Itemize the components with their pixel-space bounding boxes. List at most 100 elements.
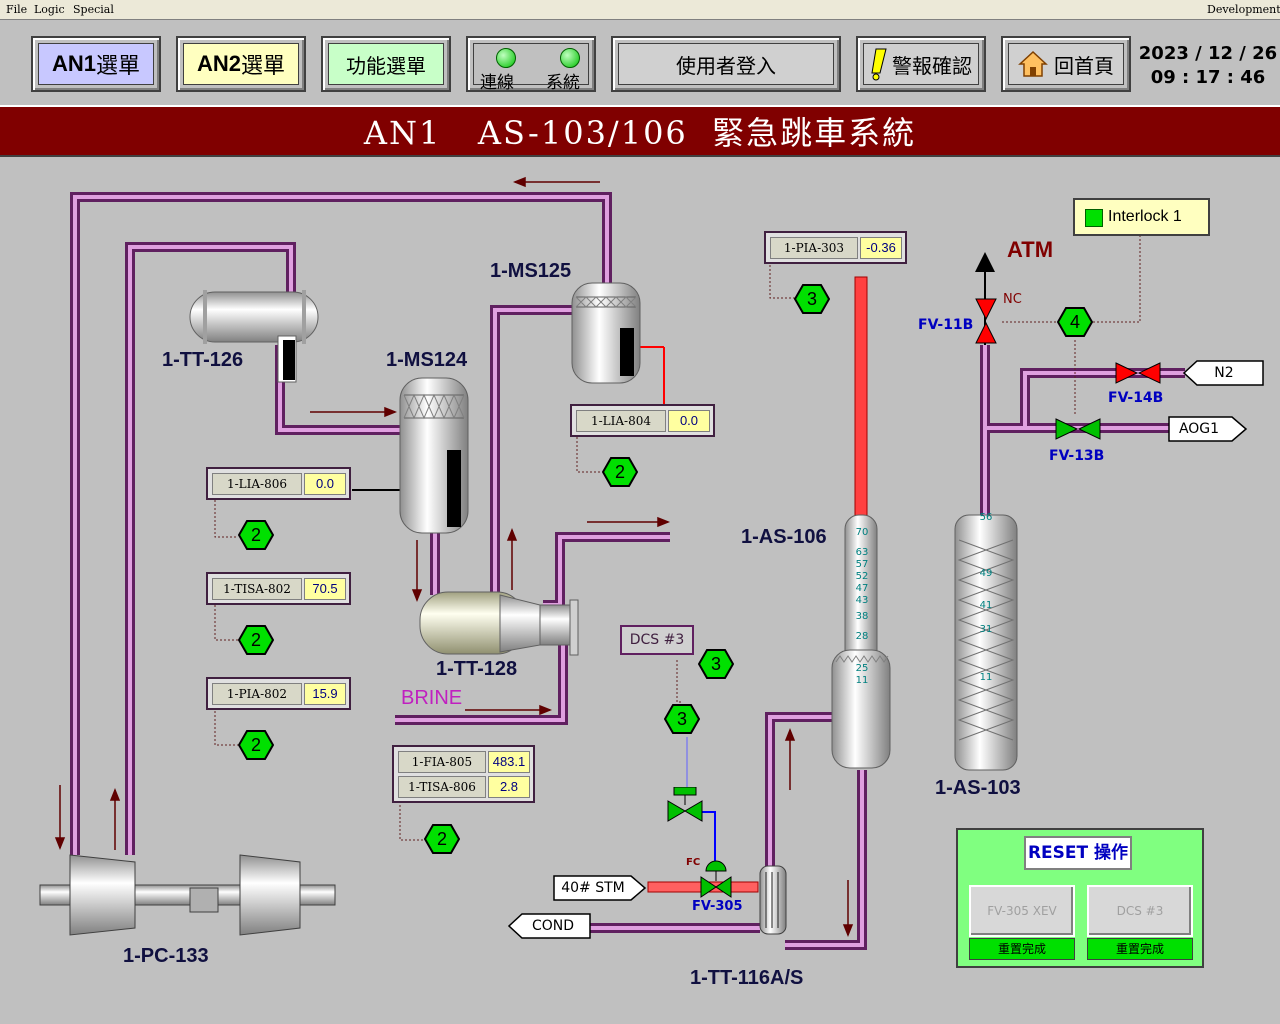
fv305-valve-icon[interactable] [700, 857, 732, 899]
interlock-hex[interactable]: 4 [1056, 307, 1094, 337]
alarm-ack-button[interactable]: 警報確認 [856, 36, 986, 92]
tt116-label: 1-TT-116A/S [690, 967, 804, 989]
interlock-hex[interactable]: 3 [793, 284, 831, 314]
fv13b-label: FV-13B [1049, 448, 1105, 464]
function-menu-label: 功能選單 [328, 43, 444, 85]
tray-label: 47 [855, 583, 869, 594]
fv14b-label: FV-14B [1108, 390, 1164, 406]
fv14b-valve-icon[interactable] [1115, 362, 1161, 384]
function-menu-button[interactable]: 功能選單 [321, 36, 451, 92]
tag-lia804[interactable]: 1-LIA-804 0.0 [570, 404, 715, 437]
atm-label: ATM [1007, 237, 1054, 262]
n2-label: N2 [1214, 365, 1234, 381]
interlock-hex[interactable]: 2 [237, 730, 275, 760]
interlock-hex[interactable]: 2 [237, 520, 275, 550]
tag-tisa802-value: 70.5 [304, 578, 346, 600]
tray-label: 31 [979, 624, 993, 635]
fv11b-valve-icon[interactable] [975, 297, 997, 347]
home-label: 回首頁 [1054, 53, 1114, 78]
nc-label: NC [1003, 292, 1022, 307]
tag-pia802-name: 1-PIA-802 [212, 683, 302, 705]
as103-label: 1-AS-103 [935, 777, 1021, 799]
interlock-hex-label: 2 [250, 630, 261, 650]
tag-pia303-value: -0.36 [860, 237, 902, 259]
alarm-ack-label: 警報確認 [892, 53, 972, 78]
tt126-label: 1-TT-126 [162, 349, 244, 371]
interlock-1-label: Interlock 1 [1108, 208, 1182, 225]
an2-prefix: AN2 [196, 51, 241, 76]
tray-label: 70 [855, 527, 869, 538]
brine-label: BRINE [401, 687, 463, 709]
fv305-label: FV-305 [692, 899, 743, 914]
reset-panel: RESET 操作 FV-305 XEV DCS #3 重置完成 重置完成 [956, 828, 1204, 968]
menu-logic[interactable]: Logic [34, 3, 65, 16]
menu-development[interactable]: Development! [1207, 3, 1280, 16]
interlock-hex[interactable]: 2 [601, 457, 639, 487]
interlock-1-box[interactable]: Interlock 1 [1073, 198, 1210, 236]
interlock-hex[interactable]: 2 [423, 824, 461, 854]
tag-tisa806-value: 2.8 [488, 776, 530, 798]
interlock-hex[interactable]: 3 [697, 649, 735, 679]
fc-label: FC [686, 857, 701, 868]
dcs-valve-icon[interactable] [665, 787, 705, 823]
tag-fia805-tisa806[interactable]: 1-FIA-805 483.1 1-TISA-806 2.8 [392, 745, 535, 803]
an1-menu-button[interactable]: AN1 選單 [31, 36, 161, 92]
tag-pia303-name: 1-PIA-303 [770, 237, 858, 259]
cond-stream-tag: COND [508, 913, 592, 939]
reset-fv305-status: 重置完成 [969, 938, 1075, 960]
interlock-hex-label: 2 [614, 462, 625, 482]
menu-special[interactable]: Special [73, 3, 114, 16]
tray-label: 11 [855, 675, 869, 686]
interlock-hex-label: 2 [436, 829, 447, 849]
aog1-label: AOG1 [1178, 421, 1220, 437]
aog1-stream-tag: AOG1 [1168, 416, 1248, 442]
fv11b-label: FV-11B [918, 317, 974, 333]
interlock-hex-label: 2 [250, 735, 261, 755]
an2-menu-button[interactable]: AN2 選單 [176, 36, 306, 92]
reset-title: RESET 操作 [1024, 836, 1132, 870]
alarm-icon [871, 48, 887, 81]
tag-pia802-value: 15.9 [304, 683, 346, 705]
interlock-status-indicator [1085, 209, 1103, 227]
tag-fia805-value: 483.1 [488, 751, 530, 773]
tray-label: 25 [855, 663, 869, 674]
ms124-label: 1-MS124 [386, 349, 468, 371]
interlock-hex-label: 3 [676, 709, 687, 729]
date-display: 2023 / 12 / 26 [1138, 43, 1278, 64]
tag-lia806[interactable]: 1-LIA-806 0.0 [206, 467, 351, 500]
tag-tisa806-name: 1-TISA-806 [398, 776, 486, 798]
tag-tisa802-name: 1-TISA-802 [212, 578, 302, 600]
interlock-hex-label: 4 [1069, 312, 1080, 332]
tray-label: 56 [979, 512, 993, 523]
tag-lia806-value: 0.0 [304, 473, 346, 495]
login-button[interactable]: 使用者登入 [611, 36, 841, 92]
dcs3-tag: DCS #3 [620, 625, 694, 655]
tray-label: 41 [979, 600, 993, 611]
pc133-label: 1-PC-133 [123, 945, 209, 967]
reset-dcs3-button[interactable]: DCS #3 [1087, 885, 1193, 937]
page-title: AN1 AS-103/106 緊急跳車系統 [0, 105, 1280, 157]
stm-label: 40# STM [561, 880, 625, 896]
interlock-hex[interactable]: 2 [237, 625, 275, 655]
menu-bar: File Logic Special Development! [0, 0, 1280, 20]
as106-tray-labels: 70 63 57 52 47 43 38 28 25 11 [850, 527, 874, 687]
tag-lia804-name: 1-LIA-804 [576, 410, 666, 432]
status-panel: 連線 系統 [466, 36, 596, 93]
home-icon [1018, 50, 1048, 77]
home-button[interactable]: 回首頁 [1001, 36, 1131, 92]
interlock-hex[interactable]: 3 [663, 704, 701, 734]
tray-label: 57 [855, 559, 869, 570]
tray-label: 49 [979, 568, 993, 579]
tag-pia303[interactable]: 1-PIA-303 -0.36 [764, 231, 907, 264]
an2-suffix: 選單 [241, 54, 286, 79]
fv13b-valve-icon[interactable] [1055, 418, 1101, 440]
an1-suffix: 選單 [96, 54, 141, 79]
tag-tisa802[interactable]: 1-TISA-802 70.5 [206, 572, 351, 605]
reset-fv305-button[interactable]: FV-305 XEV [969, 885, 1075, 937]
menu-file[interactable]: File [6, 3, 27, 16]
system-label: 系統 [546, 73, 580, 93]
tag-lia806-name: 1-LIA-806 [212, 473, 302, 495]
cond-label: COND [531, 918, 575, 934]
tag-pia802[interactable]: 1-PIA-802 15.9 [206, 677, 351, 710]
as106-label: 1-AS-106 [741, 526, 827, 548]
